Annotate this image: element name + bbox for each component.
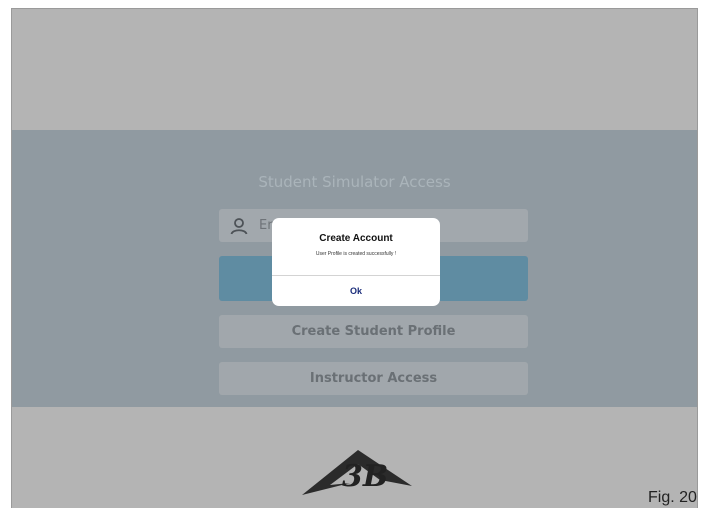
instructor-access-button[interactable]: Instructor Access [219,362,528,395]
ok-button[interactable]: Ok [272,276,440,306]
logo-text: 3B [342,459,388,494]
header-band [12,9,697,130]
create-account-dialog: Create Account User Profile is created s… [272,218,440,306]
create-student-profile-button[interactable]: Create Student Profile [219,315,528,348]
dialog-title: Create Account [319,233,393,244]
dialog-message: User Profile is created successfully ! [315,251,397,257]
student-id-placeholder: Er [259,218,273,233]
3b-logo-icon: 3B [302,450,412,495]
footer-band: 3B [12,407,697,508]
user-icon [230,217,248,234]
tablet-screen: Student Simulator Access Er Create Stude… [11,8,698,508]
figure-caption: Fig. 20 [648,489,697,506]
page-title: Student Simulator Access [258,173,451,191]
